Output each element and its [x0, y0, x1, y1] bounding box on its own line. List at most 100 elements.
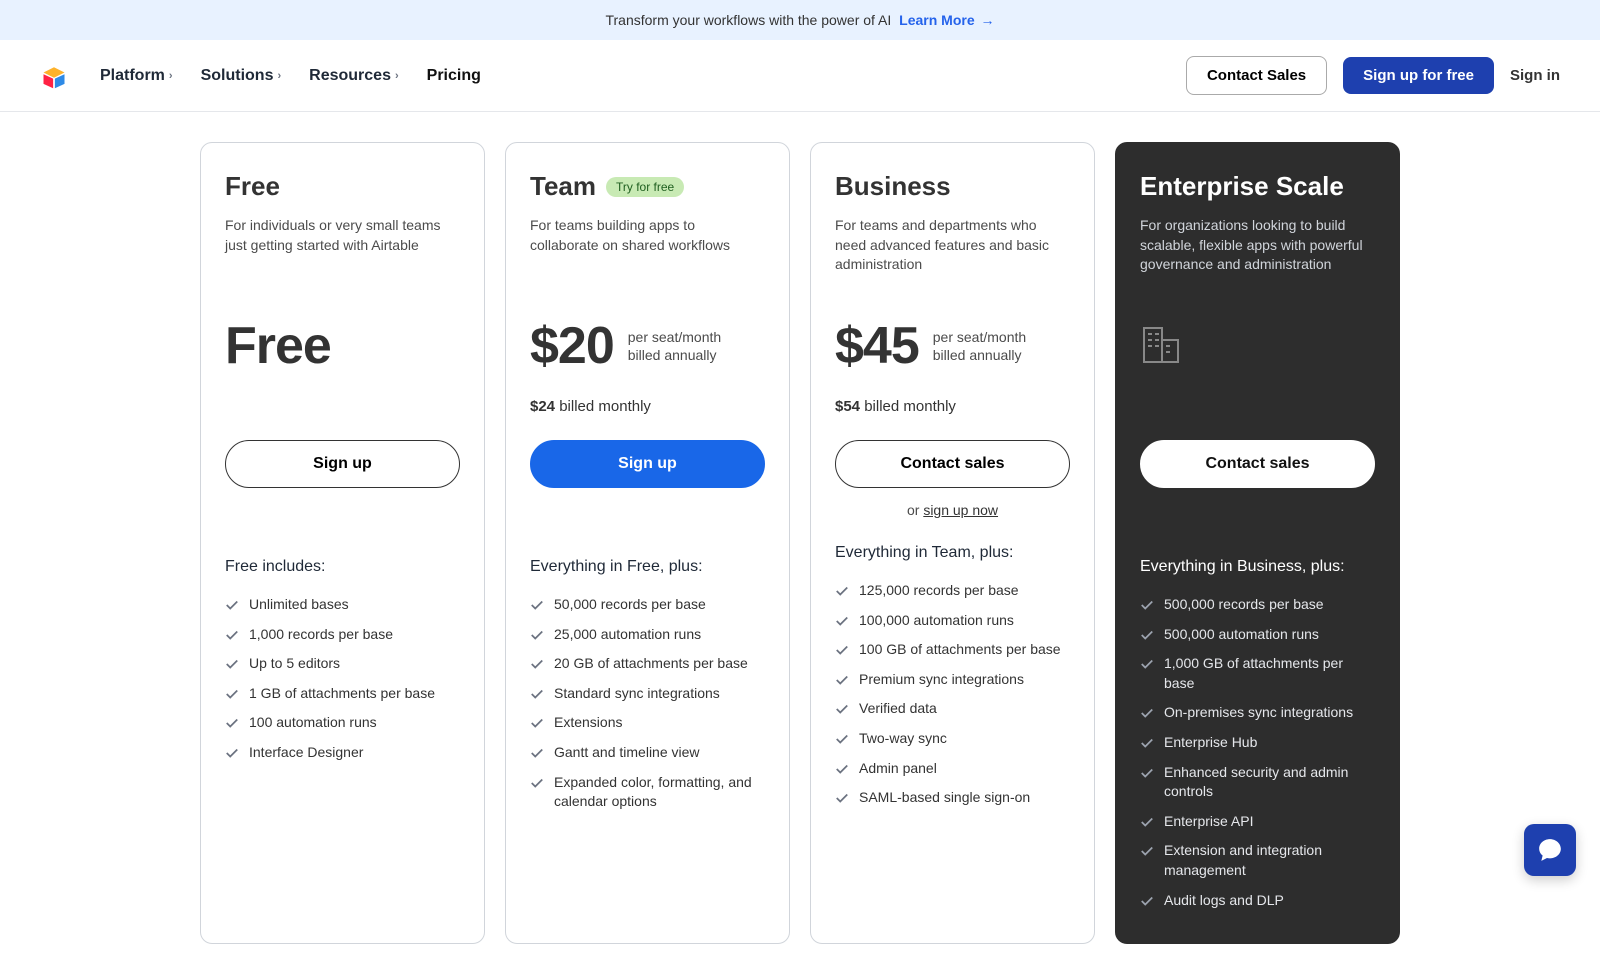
- plan-price: $45: [835, 316, 919, 376]
- feature-item: Extension and integration management: [1140, 836, 1375, 885]
- chat-button[interactable]: [1524, 824, 1576, 876]
- plan-desc: For organizations looking to build scala…: [1140, 216, 1375, 276]
- feature-item: On-premises sync integrations: [1140, 698, 1375, 728]
- check-icon: [1140, 628, 1154, 642]
- feature-item: Enhanced security and admin controls: [1140, 758, 1375, 807]
- feature-item: Standard sync integrations: [530, 679, 765, 709]
- nav-item-resources[interactable]: Resources›: [309, 67, 399, 85]
- plan-card-business: Business For teams and departments who n…: [810, 142, 1095, 944]
- feature-item: 25,000 automation runs: [530, 620, 765, 650]
- includes-heading: Everything in Team, plus:: [835, 544, 1070, 562]
- check-icon: [530, 598, 544, 612]
- signup-button[interactable]: Sign up for free: [1343, 57, 1494, 94]
- main-nav: Platform› Solutions› Resources› Pricing …: [0, 40, 1600, 112]
- plan-cta-business[interactable]: Contact sales: [835, 440, 1070, 488]
- check-icon: [835, 643, 849, 657]
- nav-item-pricing[interactable]: Pricing: [427, 67, 481, 85]
- check-icon: [1140, 657, 1154, 671]
- check-icon: [835, 673, 849, 687]
- includes-heading: Everything in Business, plus:: [1140, 558, 1375, 576]
- check-icon: [225, 687, 239, 701]
- feature-list: 500,000 records per base500,000 automati…: [1140, 590, 1375, 915]
- logo[interactable]: [40, 62, 68, 90]
- plan-cta-free[interactable]: Sign up: [225, 440, 460, 488]
- feature-item: Verified data: [835, 694, 1070, 724]
- feature-item: SAML-based single sign-on: [835, 783, 1070, 813]
- check-icon: [1140, 736, 1154, 750]
- plan-title: Team: [530, 171, 596, 202]
- feature-item: Two-way sync: [835, 724, 1070, 754]
- announcement-banner: Transform your workflows with the power …: [0, 0, 1600, 40]
- includes-heading: Everything in Free, plus:: [530, 558, 765, 576]
- feature-item: Interface Designer: [225, 738, 460, 768]
- feature-list: 50,000 records per base25,000 automation…: [530, 590, 765, 817]
- includes-heading: Free includes:: [225, 558, 460, 576]
- price-sub: per seat/monthbilled annually: [933, 328, 1026, 364]
- nav-item-platform[interactable]: Platform›: [100, 67, 173, 85]
- signin-link[interactable]: Sign in: [1510, 67, 1560, 84]
- plan-card-free: Free For individuals or very small teams…: [200, 142, 485, 944]
- feature-item: Audit logs and DLP: [1140, 886, 1375, 916]
- feature-item: Enterprise API: [1140, 807, 1375, 837]
- check-icon: [835, 702, 849, 716]
- feature-item: 500,000 records per base: [1140, 590, 1375, 620]
- check-icon: [1140, 815, 1154, 829]
- check-icon: [835, 614, 849, 628]
- plan-title: Business: [835, 171, 951, 202]
- building-icon: [1140, 324, 1184, 369]
- feature-item: 100,000 automation runs: [835, 606, 1070, 636]
- plan-title: Enterprise Scale: [1140, 171, 1344, 202]
- feature-list: Unlimited bases1,000 records per baseUp …: [225, 590, 460, 768]
- chat-icon: [1537, 837, 1563, 863]
- plan-card-team: Team Try for free For teams building app…: [505, 142, 790, 944]
- plan-price: $20: [530, 316, 614, 376]
- check-icon: [530, 746, 544, 760]
- feature-item: Expanded color, formatting, and calendar…: [530, 768, 765, 817]
- plan-card-enterprise: Enterprise Scale For organizations looki…: [1115, 142, 1400, 944]
- feature-item: Up to 5 editors: [225, 649, 460, 679]
- arrow-right-icon: →: [981, 12, 995, 28]
- feature-item: 500,000 automation runs: [1140, 620, 1375, 650]
- feature-list: 125,000 records per base100,000 automati…: [835, 576, 1070, 813]
- check-icon: [530, 776, 544, 790]
- chevron-right-icon: ›: [277, 70, 281, 82]
- check-icon: [835, 762, 849, 776]
- check-icon: [1140, 766, 1154, 780]
- check-icon: [1140, 894, 1154, 908]
- check-icon: [530, 687, 544, 701]
- nav-item-solutions[interactable]: Solutions›: [201, 67, 282, 85]
- plan-desc: For teams and departments who need advan…: [835, 216, 1070, 276]
- feature-item: 1,000 GB of attachments per base: [1140, 649, 1375, 698]
- feature-item: 20 GB of attachments per base: [530, 649, 765, 679]
- check-icon: [1140, 598, 1154, 612]
- check-icon: [835, 791, 849, 805]
- feature-item: Premium sync integrations: [835, 665, 1070, 695]
- plan-cta-enterprise[interactable]: Contact sales: [1140, 440, 1375, 488]
- check-icon: [225, 598, 239, 612]
- feature-item: 50,000 records per base: [530, 590, 765, 620]
- check-icon: [530, 657, 544, 671]
- contact-sales-button[interactable]: Contact Sales: [1186, 56, 1327, 95]
- plan-cta-team[interactable]: Sign up: [530, 440, 765, 488]
- check-icon: [835, 584, 849, 598]
- signup-now-link[interactable]: sign up now: [923, 502, 998, 518]
- banner-link[interactable]: Learn More →: [899, 12, 994, 28]
- feature-item: Enterprise Hub: [1140, 728, 1375, 758]
- check-icon: [225, 657, 239, 671]
- plan-title: Free: [225, 171, 280, 202]
- try-free-pill: Try for free: [606, 177, 684, 197]
- alt-price: $24 billed monthly: [530, 398, 765, 420]
- feature-item: Extensions: [530, 708, 765, 738]
- feature-item: 1 GB of attachments per base: [225, 679, 460, 709]
- feature-item: 100 GB of attachments per base: [835, 635, 1070, 665]
- feature-item: Unlimited bases: [225, 590, 460, 620]
- check-icon: [530, 716, 544, 730]
- check-icon: [835, 732, 849, 746]
- feature-item: 1,000 records per base: [225, 620, 460, 650]
- check-icon: [225, 716, 239, 730]
- plan-desc: For individuals or very small teams just…: [225, 216, 460, 276]
- check-icon: [530, 628, 544, 642]
- plan-desc: For teams building apps to collaborate o…: [530, 216, 765, 276]
- plan-price: Free: [225, 316, 331, 376]
- chevron-right-icon: ›: [395, 70, 399, 82]
